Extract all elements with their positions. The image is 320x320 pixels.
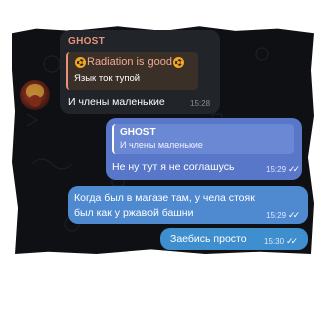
quoted-reply-title-text: Radiation is good	[87, 56, 173, 68]
message-status: 15:29 ✓✓	[266, 210, 300, 221]
quoted-reply-sender: GHOST	[120, 127, 156, 138]
sender-avatar[interactable]	[20, 80, 50, 110]
quoted-reply-title: Radiation is good	[74, 56, 185, 68]
message-time: 15:30	[264, 237, 285, 246]
outgoing-message-bubble[interactable]: Заебись просто 15:30 ✓✓	[160, 228, 308, 250]
quoted-reply[interactable]: GHOST И члены маленькие	[112, 124, 294, 154]
double-check-icon: ✓✓	[286, 236, 298, 246]
message-text-line: был как у ржавой башни	[74, 207, 194, 219]
double-check-icon: ✓✓	[288, 164, 300, 174]
double-check-icon: ✓✓	[288, 210, 300, 220]
message-time: 15:28	[190, 99, 211, 108]
message-text: Не ну тут я не соглашусь	[112, 161, 235, 173]
message-text-line: Когда был в магазе там, у чела стояк	[74, 192, 255, 204]
incoming-message-bubble[interactable]: GHOST Radiation is good Язык ток тупой И…	[60, 30, 220, 114]
outgoing-message-bubble[interactable]: GHOST И члены маленькие Не ну тут я не с…	[106, 118, 302, 180]
quoted-reply[interactable]: Radiation is good Язык ток тупой	[66, 52, 198, 90]
outgoing-message-bubble[interactable]: Когда был в магазе там, у чела стояк был…	[68, 186, 308, 224]
sender-name[interactable]: GHOST	[68, 36, 105, 47]
message-text: И члены маленькие	[68, 96, 165, 108]
message-status: 15:29 ✓✓	[266, 164, 300, 175]
message-text: Заебись просто	[170, 233, 247, 245]
message-time: 15:29	[266, 211, 287, 220]
message-status: 15:30 ✓✓	[264, 236, 298, 247]
chat-screenshot: GHOST Radiation is good Язык ток тупой И…	[0, 0, 320, 320]
message-time: 15:29	[266, 165, 287, 174]
radiation-icon	[75, 56, 86, 68]
quoted-reply-text: Язык ток тупой	[74, 73, 141, 84]
radiation-icon	[173, 56, 185, 68]
quoted-reply-text: И члены маленькие	[120, 140, 203, 150]
